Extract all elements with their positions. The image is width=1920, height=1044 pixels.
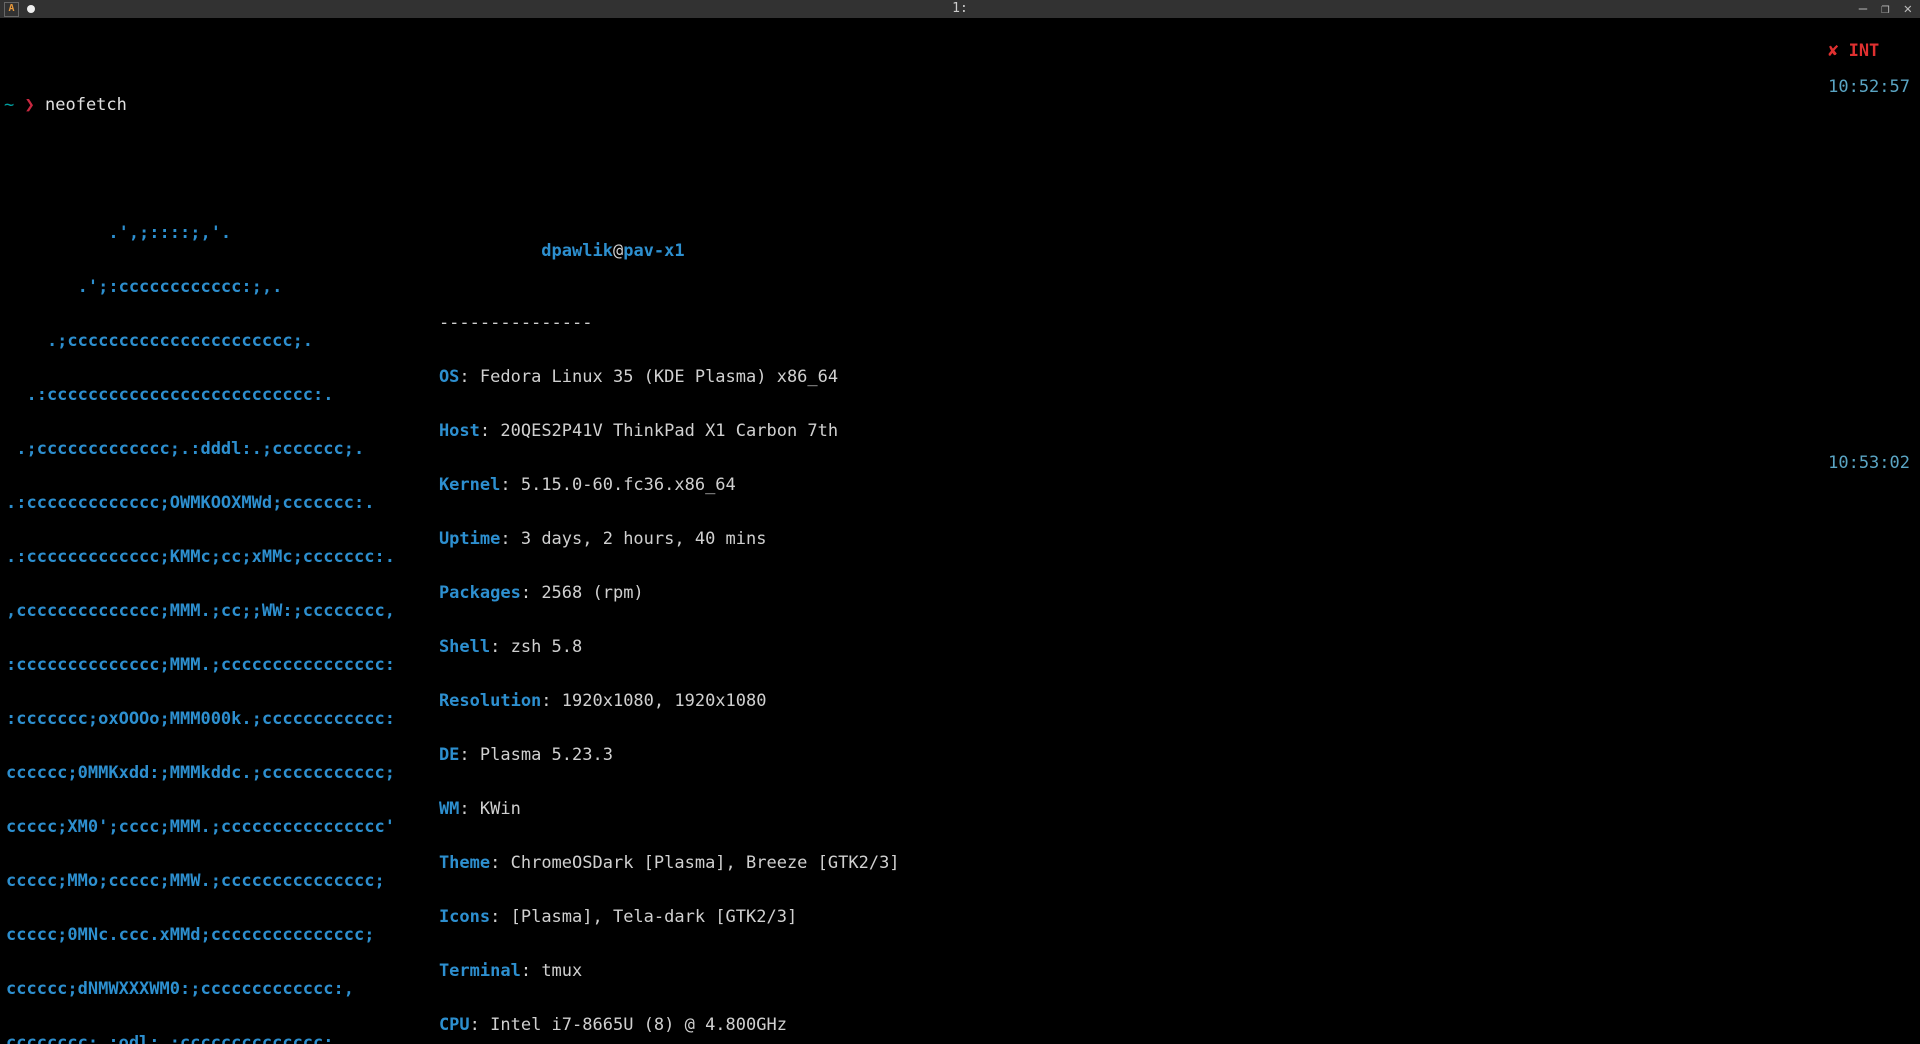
info-kernel: 5.15.0-60.fc36.x86_64 (521, 475, 736, 495)
info-wm: KWin (480, 799, 521, 819)
info-shell: zsh 5.8 (511, 637, 583, 657)
info-theme: ChromeOSDark [Plasma], Breeze [GTK2/3] (511, 853, 900, 873)
window-title: 1: (952, 0, 968, 18)
prompt-arrow-icon: ❯ (25, 96, 35, 114)
info-user: dpawlik (541, 241, 613, 261)
command-text: neofetch (45, 96, 127, 114)
info-host: pav-x1 (623, 241, 684, 261)
info-os: Fedora Linux 35 (KDE Plasma) x86_64 (480, 367, 838, 387)
maximize-button[interactable]: ❐ (1881, 0, 1889, 18)
info-host-model: 20QES2P41V ThinkPad X1 Carbon 7th (500, 421, 838, 441)
system-info: dpawlik@pav-x1 --------------- OS: Fedor… (439, 188, 920, 1044)
info-separator: --------------- (439, 314, 920, 332)
prompt-cwd: ~ (4, 96, 14, 114)
exit-status-badge: ✘ INT (1828, 41, 1879, 61)
info-packages: 2568 (rpm) (541, 583, 643, 603)
distro-ascii-logo: .',;::::;,'. .';:cccccccccccc:;,. .;cccc… (6, 188, 395, 1044)
neofetch-output: .',;::::;,'. .';:cccccccccccc:;,. .;cccc… (4, 188, 1916, 1044)
window-titlebar: A 1: — ❐ ✕ (0, 0, 1920, 18)
modified-dot-icon (27, 5, 35, 13)
info-de: Plasma 5.23.3 (480, 745, 613, 765)
timestamp: 10:52:57 (1828, 77, 1910, 97)
minimize-button[interactable]: — (1859, 0, 1867, 18)
info-terminal: tmux (541, 961, 582, 981)
info-resolution: 1920x1080, 1920x1080 (562, 691, 767, 711)
app-icon: A (4, 2, 19, 17)
info-uptime: 3 days, 2 hours, 40 mins (521, 529, 767, 549)
info-cpu: Intel i7-8665U (8) @ 4.800GHz (490, 1015, 787, 1035)
close-button[interactable]: ✕ (1904, 0, 1912, 18)
terminal-area[interactable]: ~ ❯ neofetch ✘ INT 10:52:57 .',;::::;,'.… (0, 18, 1920, 1044)
info-icons: [Plasma], Tela-dark [GTK2/3] (511, 907, 798, 927)
timestamp: 10:53:02 (1828, 454, 1910, 472)
